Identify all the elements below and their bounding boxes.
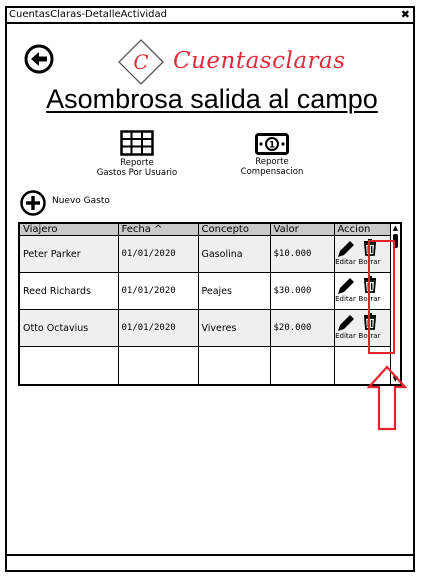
table-row[interactable]: Reed Richards 01/01/2020 Peajes $30.000 …: [20, 272, 392, 310]
table-row[interactable]: Peter Parker 01/01/2020 Gasolina $10.000…: [20, 235, 392, 273]
scroll-up-icon[interactable]: ▲: [391, 224, 400, 233]
column-header-date[interactable]: Fecha ^: [118, 224, 199, 236]
column-header-value[interactable]: Valor: [270, 224, 335, 236]
status-bar: [7, 554, 413, 570]
edit-label: Editar: [335, 295, 356, 303]
report-user-label-1: Reporte: [120, 158, 154, 168]
table-row[interactable]: Otto Octavius 01/01/2020 Viveres $20.000…: [20, 309, 392, 347]
value-cell: $10.000: [270, 235, 335, 273]
pencil-icon: [337, 278, 354, 294]
column-header-traveler[interactable]: Viajero: [20, 224, 119, 236]
brand-name: Cuentasclaras: [173, 48, 346, 74]
edit-label: Editar: [335, 332, 356, 340]
concept-cell: Viveres: [198, 309, 271, 347]
page-title: Asombrosa salida al campo: [46, 84, 378, 114]
table-header: Viajero Fecha ^ Concepto Valor Accion: [20, 224, 392, 236]
report-user-label-2: Gastos Por Usuario: [96, 168, 178, 178]
app-window: CuentasClaras-DetalleActividad ✖ C Cuent…: [5, 6, 415, 572]
date-cell: 01/01/2020: [118, 309, 199, 347]
logo-letter: C: [133, 50, 148, 74]
traveler-cell: Peter Parker: [20, 235, 119, 273]
expenses-table: Viajero Fecha ^ Concepto Valor Accion Pe…: [18, 222, 402, 386]
column-header-concept[interactable]: Concepto: [198, 224, 271, 236]
edit-button[interactable]: Editar: [335, 275, 357, 303]
money-icon: 1: [255, 133, 289, 155]
concept-cell: Gasolina: [198, 235, 271, 273]
pencil-icon: [337, 315, 354, 331]
report-compensation-button[interactable]: 1 Reporte Compensacion: [217, 133, 327, 177]
traveler-cell: Reed Richards: [20, 272, 119, 310]
report-comp-label-1: Reporte: [255, 157, 289, 167]
up-arrow-annotation-icon: [367, 365, 407, 431]
window-title: CuentasClaras-DetalleActividad: [9, 9, 168, 20]
column-header-action: Accion: [334, 224, 392, 236]
table-row-empty: [20, 346, 392, 384]
close-icon[interactable]: ✖: [401, 8, 410, 22]
report-user-expenses-button[interactable]: Reporte Gastos Por Usuario: [82, 130, 192, 178]
plus-circle-icon[interactable]: [20, 190, 46, 216]
value-cell: $20.000: [270, 309, 335, 347]
delete-column-highlight: [368, 240, 395, 354]
svg-text:1: 1: [269, 141, 275, 151]
traveler-cell: Otto Octavius: [20, 309, 119, 347]
date-cell: 01/01/2020: [118, 272, 199, 310]
back-arrow-icon[interactable]: [24, 44, 54, 74]
pencil-icon: [337, 241, 354, 257]
title-bar: CuentasClaras-DetalleActividad ✖: [7, 8, 413, 24]
edit-button[interactable]: Editar: [335, 312, 357, 340]
table-icon: [120, 130, 154, 156]
edit-label: Editar: [335, 258, 356, 266]
logo-icon: C: [118, 39, 164, 85]
value-cell: $30.000: [270, 272, 335, 310]
report-comp-label-2: Compensacion: [240, 167, 304, 177]
date-cell: 01/01/2020: [118, 235, 199, 273]
concept-cell: Peajes: [198, 272, 271, 310]
add-expense-label[interactable]: Nuevo Gasto: [52, 196, 110, 206]
edit-button[interactable]: Editar: [335, 238, 357, 266]
